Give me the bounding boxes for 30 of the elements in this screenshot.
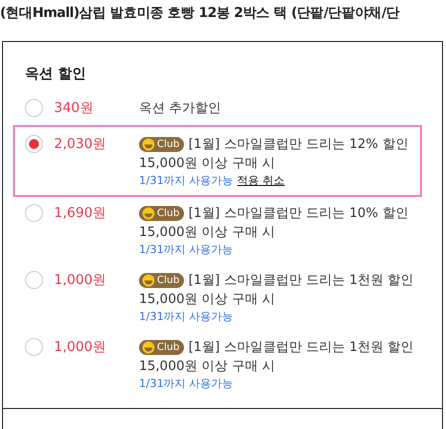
validity-text: 1/31까지 사용가능 (139, 376, 234, 392)
club-badge: Club (139, 137, 184, 152)
radio-button[interactable] (25, 271, 43, 289)
radio-button[interactable] (25, 135, 43, 153)
discount-label: [1월] 스마일클럽만 드리는 1천원 할인 (188, 272, 414, 290)
discount-price: 1,000원 (54, 338, 108, 357)
discount-price: 1,000원 (54, 271, 108, 290)
section-heading: 옥션 할인 (25, 65, 87, 83)
discount-label: [1월] 스마일클럽만 드리는 12% 할인 (188, 136, 408, 154)
radio-button[interactable] (25, 99, 43, 117)
validity-text: 1/31까지 사용가능 (139, 242, 234, 258)
product-title: (현대Hmall)삼립 발효미종 호빵 12봉 2박스 택 (단팥/단팥야채/단 (0, 4, 400, 23)
radio-button[interactable] (25, 204, 43, 222)
discount-label: [1월] 스마일클럽만 드리는 1천원 할인 (188, 339, 414, 357)
discount-label: 옥션 추가할인 (139, 100, 222, 118)
club-badge: Club (139, 340, 184, 355)
condition-text: 15,000원 이상 구매 시 (139, 155, 276, 173)
condition-text: 15,000원 이상 구매 시 (139, 358, 276, 376)
cancel-link[interactable]: 적용 취소 (237, 173, 285, 189)
discount-price: 1,690원 (54, 204, 108, 223)
discount-label: [1월] 스마일클럽만 드리는 10% 할인 (188, 205, 408, 223)
discount-price: 2,030원 (54, 135, 108, 154)
condition-text: 15,000원 이상 구매 시 (139, 224, 276, 242)
club-badge: Club (139, 206, 184, 221)
discount-price: 340원 (54, 99, 95, 118)
validity-text: 1/31까지 사용가능 (139, 173, 234, 189)
condition-text: 15,000원 이상 구매 시 (139, 291, 276, 309)
radio-button[interactable] (25, 338, 43, 356)
validity-text: 1/31까지 사용가능 (139, 309, 234, 325)
club-badge: Club (139, 273, 184, 288)
